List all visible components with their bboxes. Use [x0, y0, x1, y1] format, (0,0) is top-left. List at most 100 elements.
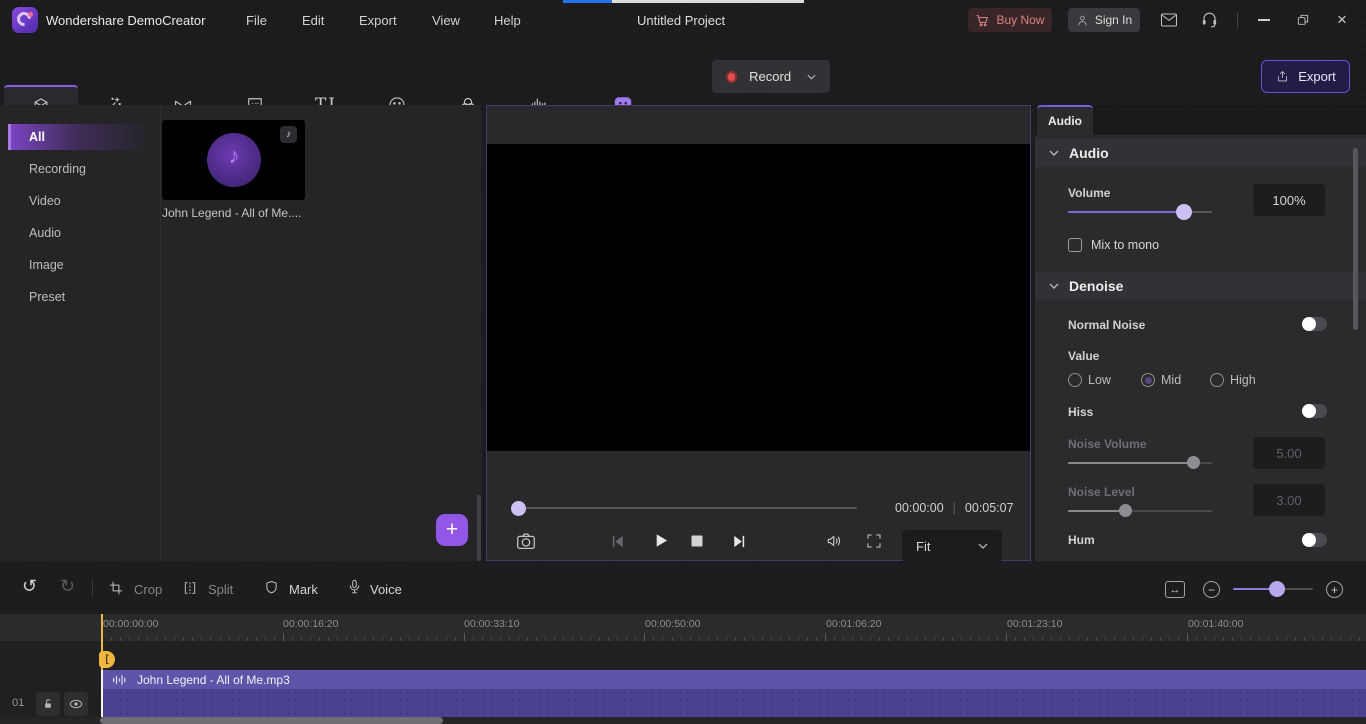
- sign-in-button[interactable]: Sign In: [1068, 8, 1140, 32]
- audio-section-header[interactable]: Audio: [1035, 139, 1366, 167]
- menu-view[interactable]: View: [432, 13, 460, 28]
- ruler-tick: [934, 637, 935, 641]
- menu-file[interactable]: File: [246, 13, 267, 28]
- next-frame-button[interactable]: [730, 533, 747, 550]
- radio-low[interactable]: [1068, 373, 1082, 387]
- denoise-section-header[interactable]: Denoise: [1035, 272, 1366, 300]
- export-button[interactable]: Export: [1261, 60, 1350, 93]
- track-visibility-button[interactable]: [64, 692, 88, 716]
- hum-toggle[interactable]: [1302, 533, 1327, 547]
- restore-button[interactable]: [1292, 10, 1314, 30]
- timeline-ruler[interactable]: 00:00:00:00 00:00:16:20 00:00:33:10 00:0…: [0, 614, 1366, 641]
- category-preset[interactable]: Preset: [8, 284, 154, 310]
- timeline-zoom-thumb[interactable]: [1269, 581, 1285, 597]
- volume-value[interactable]: 100%: [1253, 184, 1325, 216]
- ribbon: Library Effect Transition Annotation TI …: [0, 40, 1366, 105]
- ruler-tick: [861, 637, 862, 641]
- playhead-handle[interactable]: [: [99, 651, 115, 668]
- hiss-toggle[interactable]: [1302, 404, 1327, 418]
- voice-label[interactable]: Voice: [370, 582, 402, 597]
- ruler-tick: [1006, 633, 1007, 641]
- messages-icon[interactable]: [1160, 12, 1178, 28]
- category-audio[interactable]: Audio: [8, 220, 154, 246]
- loading-bar-track: [612, 0, 804, 3]
- ruler-tick: [744, 637, 745, 641]
- volume-slider-thumb[interactable]: [1176, 204, 1192, 220]
- toggle-knob: [1302, 404, 1316, 418]
- buy-now-button[interactable]: Buy Now: [968, 8, 1052, 32]
- seek-bar[interactable]: [512, 507, 857, 509]
- ruler-tick: [382, 637, 383, 641]
- mark-label[interactable]: Mark: [289, 582, 318, 597]
- fit-timeline-button[interactable]: ↔: [1165, 581, 1185, 598]
- category-recording[interactable]: Recording: [8, 156, 154, 182]
- radio-high[interactable]: [1210, 373, 1224, 387]
- play-button[interactable]: [651, 531, 670, 550]
- ruler-tick: [346, 637, 347, 641]
- close-button[interactable]: ×: [1331, 10, 1353, 30]
- minimize-button[interactable]: [1253, 10, 1275, 30]
- ruler-tick: [418, 637, 419, 641]
- inspector-scrollbar[interactable]: [1353, 148, 1358, 330]
- record-button[interactable]: Record: [712, 60, 830, 93]
- crop-icon[interactable]: [108, 580, 124, 596]
- ruler-tick: [1033, 637, 1034, 641]
- crop-label[interactable]: Crop: [134, 582, 162, 597]
- category-image[interactable]: Image: [8, 252, 154, 278]
- media-item[interactable]: ♪ ♪ John Legend - All of Me....: [162, 120, 305, 220]
- library-scrollbar[interactable]: [477, 495, 481, 561]
- timeline-hscrollbar-thumb[interactable]: [100, 717, 443, 724]
- redo-button[interactable]: ↻: [60, 576, 75, 597]
- noise-level-label: Noise Level: [1068, 485, 1135, 499]
- menu-edit[interactable]: Edit: [302, 13, 324, 28]
- radio-mid[interactable]: [1141, 373, 1155, 387]
- ruler-tick: [626, 637, 627, 641]
- ruler-tick: [518, 637, 519, 641]
- record-chevron-down-icon[interactable]: [807, 74, 816, 80]
- volume-slider-fill: [1068, 211, 1183, 213]
- ruler-tick: [599, 637, 600, 641]
- add-media-button[interactable]: +: [436, 514, 468, 546]
- category-all[interactable]: All: [8, 124, 154, 150]
- ruler-tick: [1160, 637, 1161, 641]
- buy-now-label: Buy Now: [996, 13, 1044, 27]
- inspector-tab-audio[interactable]: Audio: [1037, 105, 1093, 135]
- normal-noise-toggle[interactable]: [1302, 317, 1327, 331]
- snapshot-camera-icon[interactable]: [515, 530, 537, 552]
- stop-button[interactable]: [689, 533, 705, 549]
- zoom-out-button[interactable]: −: [1203, 581, 1220, 598]
- zoom-mode-dropdown[interactable]: Fit: [902, 530, 1002, 562]
- previous-frame-button[interactable]: [610, 533, 627, 550]
- fullscreen-icon[interactable]: [865, 532, 883, 550]
- ruler-tick: [653, 637, 654, 641]
- ruler-tick: [1060, 637, 1061, 641]
- total-duration: 00:05:07: [965, 501, 1014, 515]
- video-canvas[interactable]: [487, 144, 1030, 451]
- undo-button[interactable]: ↺: [22, 576, 37, 597]
- media-title: John Legend - All of Me....: [162, 206, 305, 220]
- ruler-tick: [355, 637, 356, 641]
- menu-help[interactable]: Help: [494, 13, 521, 28]
- ruler-tick: [997, 637, 998, 641]
- ruler-tick: [635, 637, 636, 641]
- category-video[interactable]: Video: [8, 188, 154, 214]
- mark-shield-icon[interactable]: [263, 579, 280, 596]
- zoom-in-button[interactable]: +: [1326, 581, 1343, 598]
- voice-mic-icon[interactable]: [346, 578, 363, 597]
- audio-clip[interactable]: John Legend - All of Me.mp3: [103, 670, 1366, 717]
- mix-to-mono-checkbox[interactable]: [1068, 238, 1082, 252]
- split-label[interactable]: Split: [208, 582, 233, 597]
- ruler-tick: [220, 637, 221, 641]
- ruler-tick: [1151, 637, 1152, 641]
- support-headset-icon[interactable]: [1200, 10, 1219, 29]
- seek-thumb[interactable]: [511, 501, 526, 516]
- menu-export[interactable]: Export: [359, 13, 397, 28]
- playhead-bracket-glyph: [: [105, 654, 108, 665]
- ruler-tick: [825, 633, 826, 641]
- volume-speaker-icon[interactable]: [825, 531, 845, 551]
- ruler-tick: [238, 637, 239, 641]
- track-lock-button[interactable]: [36, 692, 60, 716]
- mix-to-mono-label: Mix to mono: [1091, 238, 1159, 252]
- split-icon[interactable]: [182, 580, 198, 596]
- ruler-tick: [1169, 637, 1170, 641]
